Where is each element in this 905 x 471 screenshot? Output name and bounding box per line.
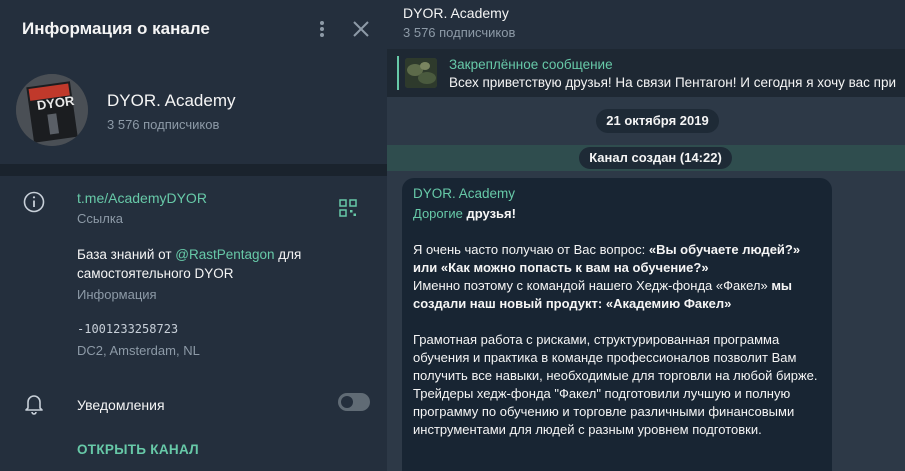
qr-code-icon[interactable]	[339, 199, 357, 217]
datacenter-location: DC2, Amsterdam, NL	[77, 343, 200, 358]
message-text: Дорогие друзья! Я очень часто получаю от…	[413, 205, 823, 439]
notifications-toggle[interactable]	[338, 393, 370, 411]
section-divider	[0, 164, 387, 176]
date-badge: 21 октября 2019	[596, 109, 719, 133]
pinned-label: Закреплённое сообщение	[449, 57, 613, 72]
bell-icon	[22, 391, 46, 415]
notifications-label: Уведомления	[77, 397, 165, 413]
paragraph-4: Трейдеры хедж-фонда "Факел" подготовили …	[413, 386, 795, 437]
channel-name: DYOR. Academy	[107, 91, 236, 110]
channel-id: -1001233258723	[77, 322, 179, 336]
channel-description: База знаний от @RastPentagon для самосто…	[77, 245, 357, 283]
channel-profile: DYOR DYOR. Academy 3 576 подписчиков	[0, 58, 387, 164]
service-message-strip: Канал создан (14:22)	[387, 145, 905, 171]
chat-subscriber-count: 3 576 подписчиков	[403, 25, 516, 40]
pinned-message-bar[interactable]: Закреплённое сообщение Всех приветствую …	[387, 49, 905, 97]
description-mention[interactable]: @RastPentagon	[175, 247, 274, 262]
link-caption: Ссылка	[77, 211, 124, 226]
channel-link[interactable]: t.me/AcademyDYOR	[77, 190, 207, 206]
channel-info-panel: Информация о канале DYOR DYOR. Academy 3…	[0, 0, 387, 471]
avatar[interactable]: DYOR	[16, 74, 88, 146]
greeting-highlight: Дорогие	[413, 206, 463, 221]
paragraph-1-plain: Я очень часто получаю от Вас вопрос:	[413, 242, 649, 257]
description-caption: Информация	[77, 287, 157, 302]
toggle-knob	[341, 396, 353, 408]
chat-title: DYOR. Academy	[403, 5, 509, 21]
paragraph-2-plain: Именно поэтому с командой нашего Хедж-фо…	[413, 278, 772, 293]
open-channel-button[interactable]: ОТКРЫТЬ КАНАЛ	[77, 442, 199, 457]
subscriber-count: 3 576 подписчиков	[107, 117, 220, 132]
more-vertical-icon[interactable]	[314, 18, 330, 40]
pinned-accent-bar	[397, 56, 399, 90]
info-title: Информация о канале	[22, 19, 210, 38]
info-icon	[22, 190, 46, 214]
chat-area: DYOR. Academy 3 576 подписчиков Закреплё…	[387, 0, 905, 471]
message-sender[interactable]: DYOR. Academy	[413, 186, 515, 201]
greeting-rest: друзья!	[462, 206, 516, 221]
close-icon[interactable]	[350, 18, 372, 40]
description-prefix: База знаний от	[77, 247, 176, 262]
message-bubble[interactable]: DYOR. Academy Дорогие друзья! Я очень ча…	[402, 178, 832, 471]
chat-header[interactable]: DYOR. Academy 3 576 подписчиков	[387, 0, 905, 49]
info-header: Информация о канале	[0, 0, 387, 58]
paragraph-3: Грамотная работа с рисками, структуриров…	[413, 332, 818, 383]
pinned-text: Всех приветствую друзья! На связи Пентаг…	[449, 75, 896, 90]
pinned-thumbnail	[405, 58, 437, 88]
channel-created-badge: Канал создан (14:22)	[579, 147, 732, 169]
